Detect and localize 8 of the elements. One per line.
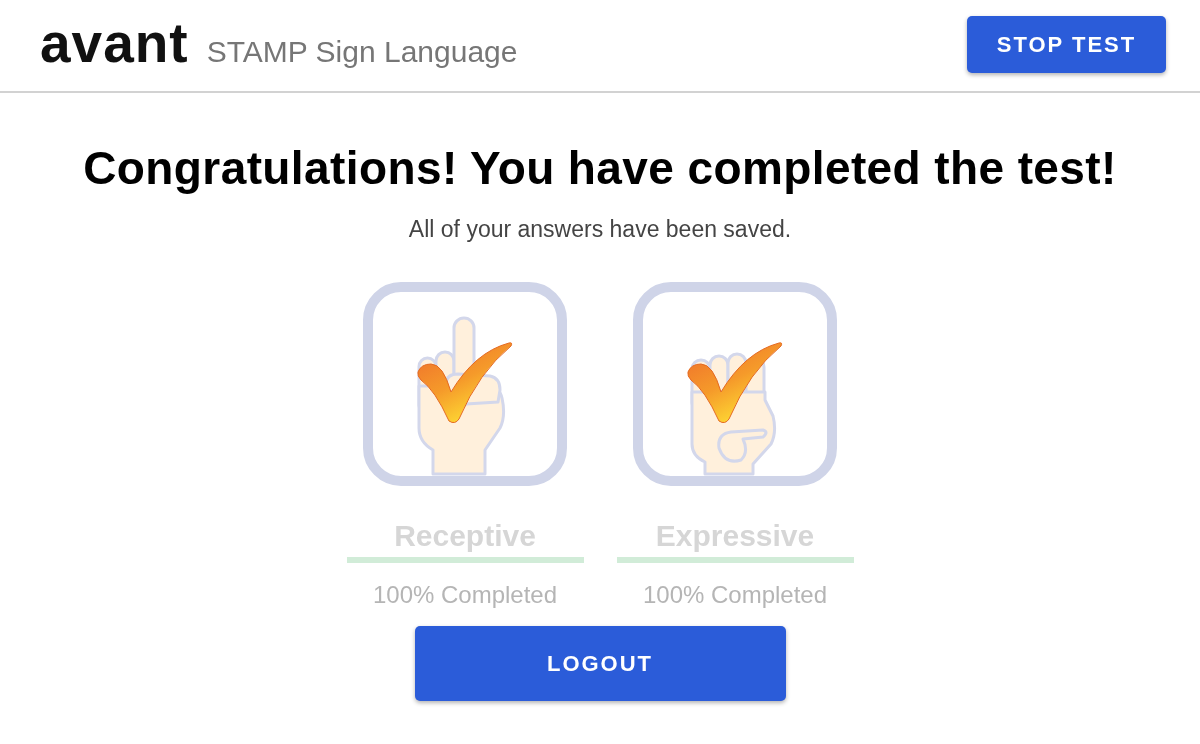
completion-status: 100% Completed xyxy=(642,581,828,609)
logout-button[interactable]: LOGOUT xyxy=(414,626,786,701)
product-title: STAMP Sign Language xyxy=(206,35,518,69)
stop-test-button[interactable]: STOP TEST xyxy=(967,16,1166,73)
logo-wordmark: avant xyxy=(40,16,189,71)
congratulations-heading: Congratulations! You have completed the test! xyxy=(83,142,1117,194)
saved-message: All of your answers have been saved. xyxy=(408,215,792,243)
completion-status: 100% Completed xyxy=(372,581,558,609)
